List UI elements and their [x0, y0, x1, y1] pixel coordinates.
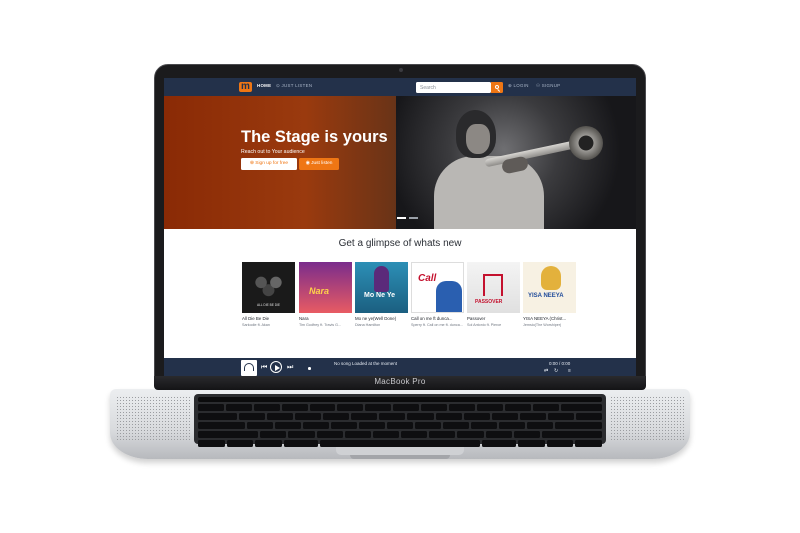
hero-banner: The Stage is yours Reach out to Your aud…	[164, 96, 636, 229]
shuffle-icon[interactable]: ⇄	[544, 368, 548, 374]
album-cover[interactable]: Mo Ne Ye	[355, 262, 408, 313]
keyboard	[194, 394, 606, 447]
album-cover[interactable]: Nara	[299, 262, 352, 313]
release-title[interactable]: Passover	[467, 316, 520, 321]
hero-title: The Stage is yours	[241, 128, 388, 146]
release-artist: Sol Antonio ft. Pierce	[467, 322, 502, 327]
now-playing-artwork	[241, 360, 257, 376]
webcam	[399, 68, 403, 72]
top-navbar: m HOME ⊙ JUST LISTEN Search ⊕ LOGIN ⚇ SI…	[164, 78, 636, 96]
release-card[interactable]: ALL DIE BE DIE All Die Be Die Sarkodie f…	[242, 262, 295, 327]
screen: m HOME ⊙ JUST LISTEN Search ⊕ LOGIN ⚇ SI…	[164, 78, 636, 377]
progress-handle[interactable]	[308, 367, 311, 370]
previous-icon[interactable]: ⏮	[261, 364, 267, 372]
nav-just-listen-link[interactable]: ⊙ JUST LISTEN	[276, 83, 312, 89]
hero-signup-button[interactable]: ⊕ Sign up for free	[241, 158, 297, 170]
album-cover[interactable]: YISA NEEYA	[523, 262, 576, 313]
album-cover[interactable]: ALL DIE BE DIE	[242, 262, 295, 313]
search-input[interactable]: Search	[416, 82, 491, 93]
nav-signup-link[interactable]: ⚇ SIGNUP	[536, 83, 560, 89]
play-button[interactable]	[270, 361, 282, 373]
hero-subtitle: Reach out to Your audience	[241, 149, 305, 155]
device-label: MacBook Pro	[374, 377, 426, 386]
release-title[interactable]: All Die Be Die	[242, 316, 295, 321]
headphones-icon	[244, 363, 254, 371]
new-releases-list: ALL DIE BE DIE All Die Be Die Sarkodie f…	[242, 262, 578, 342]
touch-bar	[198, 397, 602, 402]
release-card[interactable]: YISA NEEYA YISA NEEYA (Christ... Jemsio(…	[523, 262, 576, 327]
section-title: Get a glimpse of whats new	[338, 238, 462, 249]
site-logo[interactable]: m	[239, 82, 252, 92]
now-playing-status: No song Loaded at the moment	[334, 360, 398, 366]
release-title[interactable]: Mo ne ye(Well Done)	[355, 316, 408, 321]
laptop-mockup: m HOME ⊙ JUST LISTEN Search ⊕ LOGIN ⚇ SI…	[0, 0, 800, 533]
play-icon	[274, 364, 280, 371]
carousel-indicator-2[interactable]	[409, 217, 418, 219]
nav-home-link[interactable]: HOME	[257, 83, 271, 88]
playback-time: 0:00 / 0:00	[549, 360, 571, 366]
release-artist: Jemsio(The Worshiper)	[523, 322, 562, 327]
carousel-indicator-1[interactable]	[397, 217, 406, 219]
repeat-icon[interactable]: ↻	[554, 368, 558, 374]
release-artist: Tim Godfrey ft. Travis G...	[299, 322, 342, 327]
release-title[interactable]: Call on me ft dunca...	[411, 316, 464, 321]
album-cover[interactable]: PASSOVER	[467, 262, 520, 313]
release-artist: Diana Hamilton	[355, 322, 381, 327]
hero-just-listen-button[interactable]: ◉ Just listen	[299, 158, 339, 170]
album-cover[interactable]: Call	[411, 262, 464, 313]
laptop-hinge: MacBook Pro	[154, 376, 646, 390]
release-card[interactable]: Mo Ne Ye Mo ne ye(Well Done) Diana Hamil…	[355, 262, 408, 327]
release-card[interactable]: PASSOVER Passover Sol Antonio ft. Pierce	[467, 262, 520, 327]
queue-icon[interactable]: ≡	[568, 368, 571, 374]
trackpad	[336, 447, 464, 455]
hero-photo-trumpet-player	[396, 96, 636, 229]
release-artist: Sarkodie ft. Akan	[242, 322, 270, 327]
search-button[interactable]	[491, 82, 503, 93]
release-card[interactable]: Nara Nara Tim Godfrey ft. Travis G...	[299, 262, 352, 327]
laptop-lid: m HOME ⊙ JUST LISTEN Search ⊕ LOGIN ⚇ SI…	[154, 64, 646, 388]
next-icon[interactable]: ⏭	[287, 364, 293, 372]
speaker-grille-right	[610, 396, 684, 442]
nav-login-link[interactable]: ⊕ LOGIN	[508, 83, 529, 89]
release-artist: Sperry ft. Call on me ft. dunca...	[411, 322, 463, 327]
music-player-bar: ⏮ ⏭ No song Loaded at the moment 0:00 / …	[164, 358, 636, 377]
release-title[interactable]: Nara	[299, 316, 352, 321]
search-icon	[494, 84, 499, 89]
speaker-grille-left	[116, 396, 190, 442]
release-title[interactable]: YISA NEEYA (Christ...	[523, 316, 576, 321]
release-card[interactable]: Call Call on me ft dunca... Sperry ft. C…	[411, 262, 464, 327]
laptop-notch	[350, 455, 450, 459]
